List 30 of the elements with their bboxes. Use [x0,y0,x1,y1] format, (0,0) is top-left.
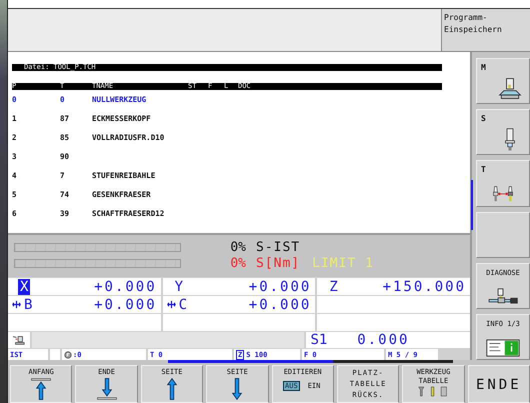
axis-label: X [18,278,30,294]
load-label: S-IST [256,240,300,255]
program-box-text: Programm- [444,12,488,24]
machine-table-icon [497,77,523,102]
program-box-text: Einspeichern [444,24,503,36]
load-label: S[Nm] [256,256,300,271]
softkey[interactable]: S [476,109,530,156]
spindle-value: 0.000 [357,332,410,348]
axis-label: B [23,296,34,312]
scroll-bar [471,180,473,230]
softkey[interactable]: M [476,58,530,104]
rotation-icon [64,350,72,358]
info-icon [485,339,521,358]
axis-value: +0.000 [248,296,312,312]
axis-label: Z [328,278,339,294]
machine-icon [12,334,26,346]
axis-value: +0.000 [248,278,312,294]
softkey[interactable]: ENDE [468,365,530,403]
limit-label: LIMIT 1 [312,256,374,271]
axis-label: Y [174,278,184,294]
load-percent: 0% [229,240,246,255]
axis-value: +150.000 [382,278,466,294]
status-field [50,349,60,360]
softkey[interactable]: T [476,160,530,207]
spindle-label: S1 [310,332,328,348]
load-percent: 0% [229,256,246,271]
axis-value: +0.000 [94,296,157,312]
axis-value: +0.000 [94,278,157,294]
axis-label: C [178,296,188,312]
empty-softkey[interactable] [476,212,530,258]
